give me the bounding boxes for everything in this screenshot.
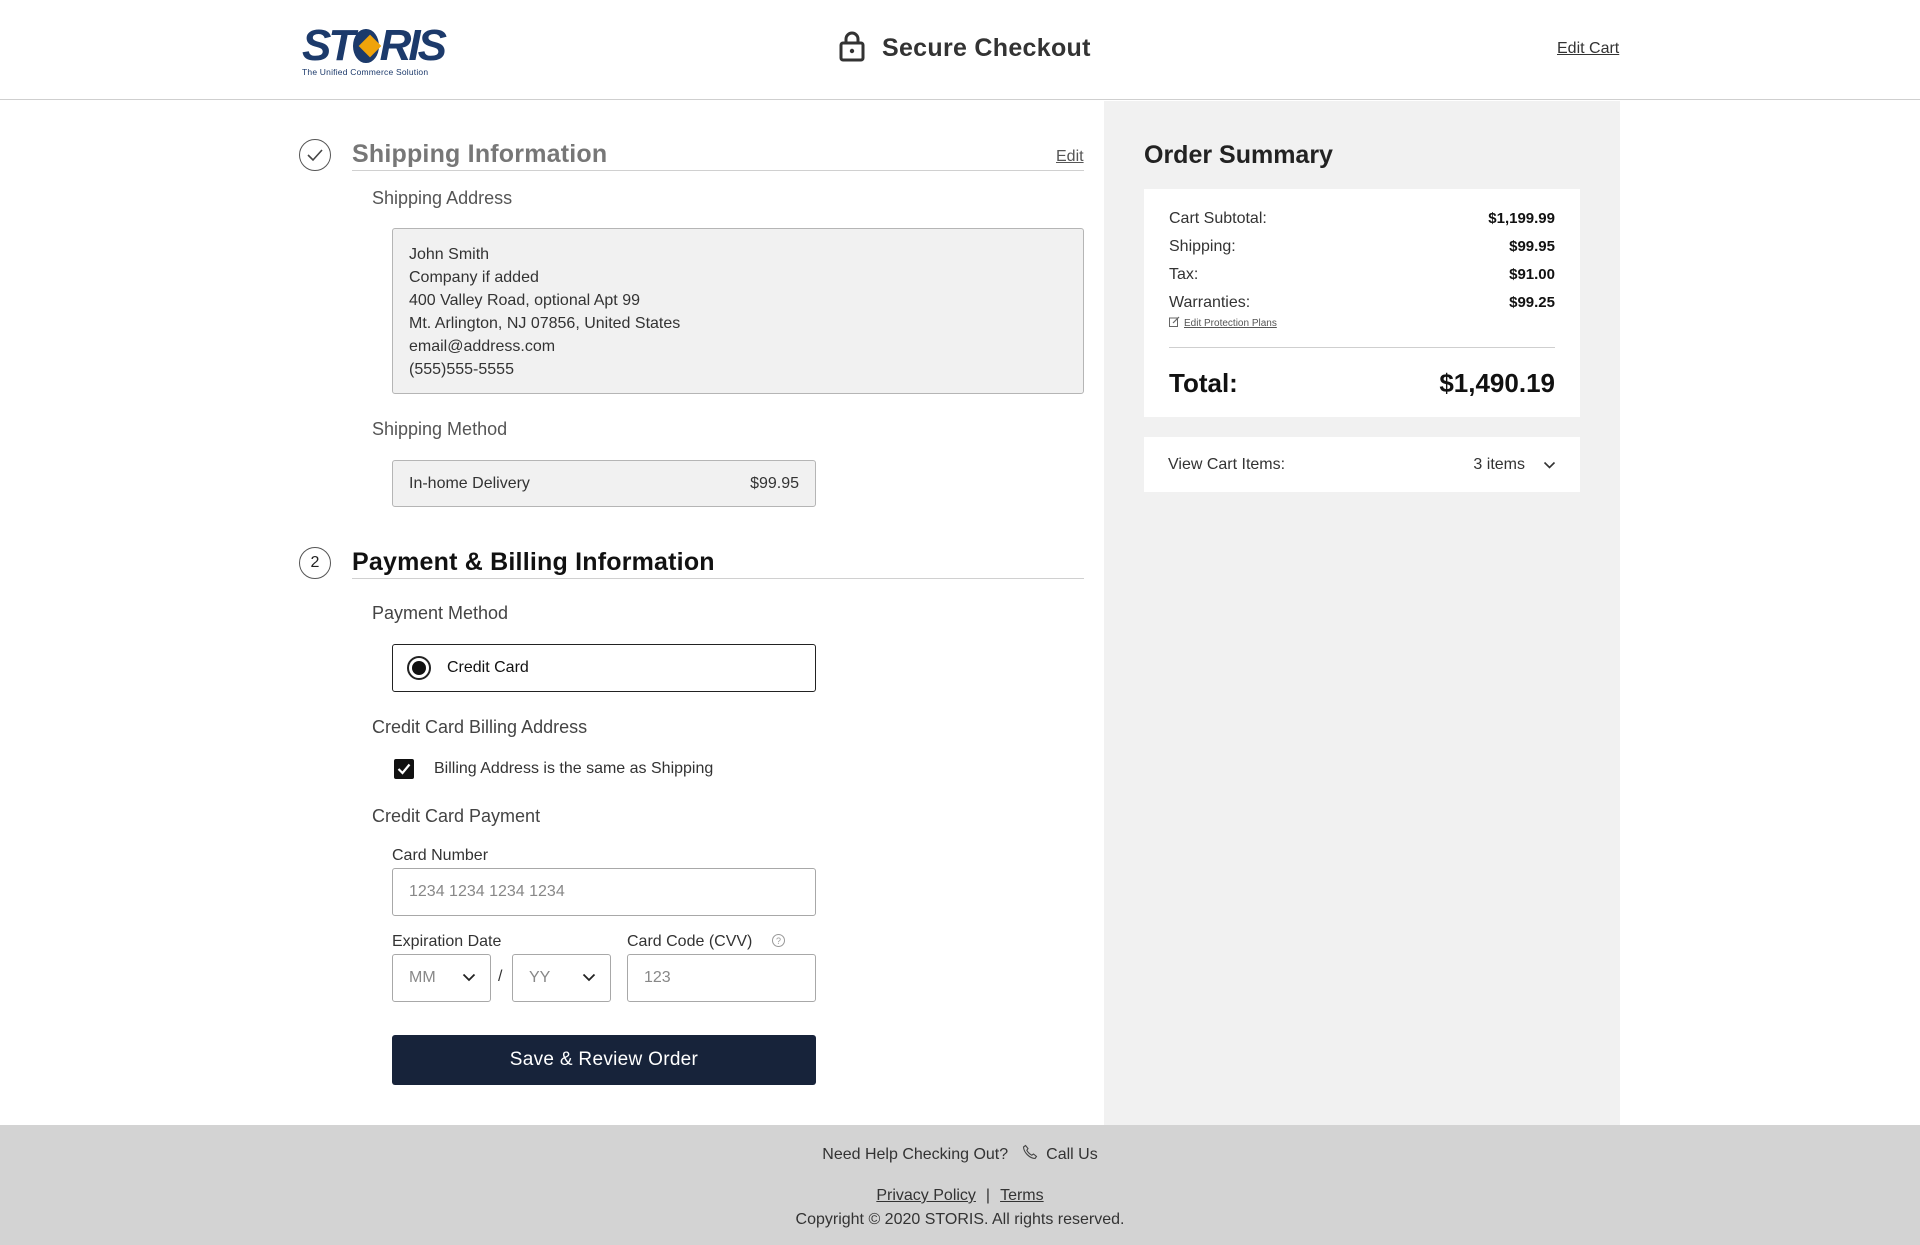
billing-same-label: Billing Address is the same as Shipping <box>434 760 714 777</box>
address-email: email@address.com <box>409 338 556 355</box>
edit-shipping-link[interactable]: Edit <box>1056 148 1084 166</box>
chevron-down-icon <box>582 969 596 987</box>
cvv-input[interactable]: 123 <box>627 954 816 1002</box>
call-us-label: Call Us <box>1046 1145 1098 1163</box>
lock-icon <box>838 30 866 67</box>
month-placeholder: MM <box>409 969 436 986</box>
address-name: John Smith <box>409 246 490 263</box>
footer: Need Help Checking Out? Call Us Privacy … <box>0 1125 1920 1245</box>
shipping-method-label: Shipping Method <box>372 419 508 439</box>
order-summary-panel: Order Summary Cart Subtotal: $1,199.99 S… <box>1104 101 1620 1125</box>
page-title: Secure Checkout <box>882 34 1091 62</box>
order-summary-title: Order Summary <box>1144 141 1333 169</box>
card-number-input[interactable]: 1234 1234 1234 1234 <box>392 868 816 916</box>
logo-text-left: ST <box>302 21 355 70</box>
edit-protection-plans-link[interactable]: Edit Protection Plans <box>1169 316 1277 330</box>
privacy-policy-link[interactable]: Privacy Policy <box>876 1187 976 1205</box>
save-review-order-button[interactable]: Save & Review Order <box>392 1035 816 1085</box>
logo-text-right: RIS <box>379 21 447 70</box>
logo-diamond-icon <box>353 29 379 63</box>
chevron-down-icon <box>1543 456 1556 474</box>
edit-icon <box>1169 316 1180 330</box>
address-street: 400 Valley Road, optional Apt 99 <box>409 292 640 309</box>
storis-logo[interactable]: ST RIS The Unified Commerce Solution <box>302 21 447 78</box>
shipping-method-price: $99.95 <box>750 474 799 492</box>
summary-row-warranties: Warranties: $99.25 <box>1169 294 1555 312</box>
summary-value: $99.95 <box>1509 238 1555 255</box>
summary-row-shipping: Shipping: $99.95 <box>1169 238 1555 256</box>
address-company: Company if added <box>409 269 539 286</box>
summary-value: $99.25 <box>1509 294 1555 311</box>
cart-item-count: 3 items <box>1473 455 1525 473</box>
billing-same-checkbox[interactable] <box>394 759 414 779</box>
summary-value: $1,199.99 <box>1488 210 1555 227</box>
link-separator: | <box>985 1187 991 1204</box>
expiration-year-select[interactable]: YY <box>512 954 611 1002</box>
step-complete-check-icon <box>299 139 331 171</box>
summary-total-row: Total: $1,490.19 <box>1169 368 1555 399</box>
total-value: $1,490.19 <box>1439 368 1555 398</box>
address-phone: (555)555-5555 <box>409 361 514 378</box>
expiration-label: Expiration Date <box>392 933 502 950</box>
billing-same-row[interactable]: Billing Address is the same as Shipping <box>394 759 713 779</box>
card-number-placeholder: 1234 1234 1234 1234 <box>409 883 565 900</box>
edit-protection-plans-label: Edit Protection Plans <box>1184 317 1277 329</box>
payment-section-title: Payment & Billing Information <box>352 548 715 576</box>
shipping-method-name: In-home Delivery <box>409 474 530 492</box>
cvv-help-icon[interactable]: ? <box>772 934 785 947</box>
summary-row-subtotal: Cart Subtotal: $1,199.99 <box>1169 210 1555 228</box>
legal-links: Privacy Policy | Terms <box>0 1187 1920 1205</box>
summary-row-tax: Tax: $91.00 <box>1169 266 1555 284</box>
shipping-section-title: Shipping Information <box>352 140 608 168</box>
summary-label: Cart Subtotal: <box>1169 210 1267 227</box>
date-separator: / <box>498 968 503 985</box>
credit-card-option-label: Credit Card <box>447 659 529 676</box>
card-number-label: Card Number <box>392 847 489 864</box>
help-row: Need Help Checking Out? Call Us <box>0 1144 1920 1165</box>
year-placeholder: YY <box>529 969 551 986</box>
summary-label: Warranties: <box>1169 294 1251 311</box>
credit-card-option[interactable]: Credit Card <box>392 644 816 692</box>
copyright-text: Copyright © 2020 STORIS. All rights rese… <box>795 1211 1125 1228</box>
expiration-month-select[interactable]: MM <box>392 954 491 1002</box>
summary-label: Tax: <box>1169 266 1199 283</box>
summary-divider <box>1169 347 1555 348</box>
shipping-address-label: Shipping Address <box>372 188 513 208</box>
logo-tagline: The Unified Commerce Solution <box>302 67 429 77</box>
payment-method-label: Payment Method <box>372 603 509 623</box>
address-city-state: Mt. Arlington, NJ 07856, United States <box>409 315 681 332</box>
step-number-badge: 2 <box>299 547 331 579</box>
shipping-address-box: John Smith Company if added 400 Valley R… <box>392 228 1084 394</box>
terms-link[interactable]: Terms <box>1000 1187 1044 1205</box>
payment-divider <box>352 578 1084 579</box>
shipping-divider <box>352 170 1084 171</box>
billing-address-label: Credit Card Billing Address <box>372 717 588 737</box>
secure-checkout-heading: Secure Checkout <box>838 30 1091 67</box>
credit-card-radio[interactable] <box>407 656 431 680</box>
call-us-link[interactable]: Call Us <box>1022 1144 1098 1165</box>
logo-wordmark: ST RIS <box>302 21 447 70</box>
phone-icon <box>1022 1144 1038 1165</box>
edit-cart-link[interactable]: Edit Cart <box>1557 40 1619 58</box>
header: ST RIS The Unified Commerce Solution Sec… <box>0 0 1920 100</box>
help-text: Need Help Checking Out? <box>822 1145 1009 1163</box>
view-cart-label: View Cart Items: <box>1168 455 1286 473</box>
total-label: Total: <box>1169 368 1238 398</box>
cvv-label: Card Code (CVV) <box>627 933 753 950</box>
summary-label: Shipping: <box>1169 238 1236 255</box>
cvv-placeholder: 123 <box>644 969 671 986</box>
card-payment-label: Credit Card Payment <box>372 806 541 826</box>
order-summary-card: Cart Subtotal: $1,199.99 Shipping: $99.9… <box>1144 189 1580 417</box>
shipping-method-box: In-home Delivery $99.95 <box>392 460 816 507</box>
chevron-down-icon <box>462 969 476 987</box>
summary-value: $91.00 <box>1509 266 1555 283</box>
view-cart-items-toggle[interactable]: View Cart Items: 3 items <box>1144 437 1580 492</box>
